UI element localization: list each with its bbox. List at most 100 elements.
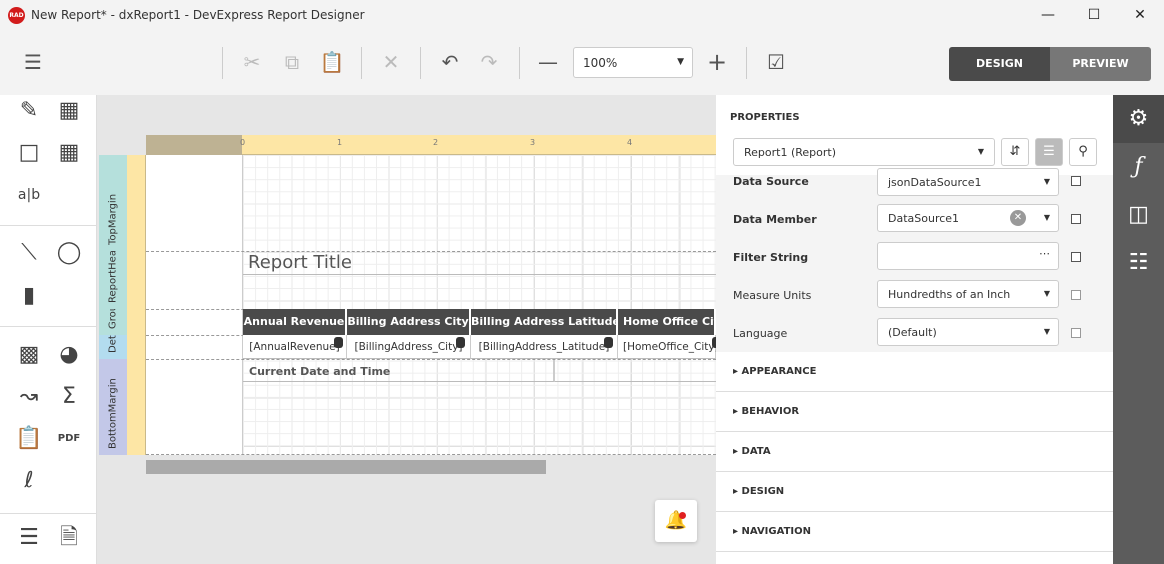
divider (0, 326, 97, 327)
data-cell[interactable]: [BillingAddress_City] (347, 335, 471, 359)
header-cell[interactable]: Billing Address Latitude (471, 309, 618, 335)
minimize-button[interactable]: — (1025, 0, 1071, 32)
table-tool-icon[interactable]: ▦ (54, 138, 84, 168)
data-cell[interactable]: [HomeOffice_City] (618, 335, 716, 359)
database-icon (456, 337, 465, 348)
data-source-select[interactable]: jsonDataSource1 ▼ (877, 168, 1059, 196)
sparkline-tool-icon[interactable]: ↝ (14, 382, 44, 412)
close-button[interactable]: ✕ (1117, 0, 1163, 32)
ellipsis-icon[interactable]: ⋯ (1039, 247, 1050, 260)
toc-tool-icon[interactable]: ☰ (14, 523, 44, 553)
measure-units-select[interactable]: Hundredths of an Inch ▼ (877, 280, 1059, 308)
zoom-select[interactable]: 100% ▼ (573, 47, 693, 78)
grid (242, 155, 716, 455)
section-appearance[interactable]: ▸ APPEARANCE (716, 352, 1113, 392)
page-info-tool-icon[interactable]: 🗎 (54, 523, 84, 553)
undo-icon[interactable]: ↶ (434, 46, 466, 78)
cut-icon[interactable]: ✂ (236, 46, 268, 78)
categorized-button[interactable]: ☰ (1035, 138, 1063, 166)
vertical-ruler (127, 155, 146, 455)
horizontal-scrollbar[interactable] (146, 460, 546, 474)
page-info-field[interactable] (555, 360, 716, 382)
toolbar: ☰ ✂ ⧉ 📋 ✕ ↶ ↷ — 100% ▼ + ☑ DESIGN PREVIEW (0, 32, 1164, 95)
header-cell[interactable]: Billing Address City (347, 309, 471, 335)
validate-icon[interactable]: ☑ (760, 46, 792, 78)
band-reportheader[interactable]: ReportHeader (99, 251, 127, 309)
property-checkbox[interactable] (1071, 176, 1081, 186)
data-cell[interactable]: [AnnualRevenue] (243, 335, 347, 359)
chevron-down-icon: ▼ (977, 147, 984, 156)
summary-tool-icon[interactable]: Σ (54, 382, 84, 412)
component-select[interactable]: Report1 (Report) ▼ (733, 138, 995, 166)
paste-icon[interactable]: 📋 (316, 46, 348, 78)
subreport-tool-icon[interactable]: 📋 (14, 424, 44, 454)
report-title-label[interactable]: Report Title (243, 252, 716, 275)
property-label: Data Member (733, 213, 817, 226)
design-button[interactable]: DESIGN (949, 47, 1050, 81)
report-explorer-icon[interactable]: ☷ (1113, 239, 1164, 287)
chevron-down-icon: ▼ (1043, 177, 1050, 186)
label-tool-icon[interactable]: ✎ (14, 96, 44, 126)
property-checkbox[interactable] (1071, 290, 1081, 300)
section-label: NAVIGATION (741, 526, 811, 537)
gear-icon[interactable]: ⚙ (1113, 95, 1164, 143)
section-navigation[interactable]: ▸ NAVIGATION (716, 512, 1113, 552)
language-select[interactable]: (Default) ▼ (877, 318, 1059, 346)
band-groupheader[interactable]: GroupHeader (99, 309, 127, 335)
ruler-number: 3 (530, 138, 536, 147)
property-checkbox[interactable] (1071, 214, 1081, 224)
preview-button[interactable]: PREVIEW (1050, 47, 1151, 81)
section-design[interactable]: ▸ DESIGN (716, 472, 1113, 512)
gauge-tool-icon[interactable]: ◕ (54, 340, 84, 370)
property-value: DataSource1 (888, 212, 960, 225)
zoom-in-icon[interactable]: + (701, 46, 733, 78)
selected-component: Report1 (Report) (744, 146, 837, 159)
chart-tool-icon[interactable]: ▩ (14, 340, 44, 370)
band-label: ReportHeader (107, 251, 119, 303)
band-bottommargin[interactable]: BottomMargin (99, 359, 127, 455)
design-surface[interactable]: 0 1 2 3 4 TopMargin ReportHeader GroupHe… (97, 95, 716, 564)
copy-icon[interactable]: ⧉ (276, 46, 308, 78)
function-icon[interactable]: ƒ (1113, 143, 1164, 191)
panel-tool-icon[interactable]: □ (14, 138, 44, 168)
date-time-field[interactable]: Current Date and Time (243, 360, 555, 382)
header-cell[interactable]: Annual Revenue (243, 309, 347, 335)
zoom-out-icon[interactable]: — (532, 46, 564, 78)
maximize-button[interactable]: ☐ (1071, 0, 1117, 32)
checkbox-tool-icon[interactable]: a|b (14, 180, 44, 210)
section-behavior[interactable]: ▸ BEHAVIOR (716, 392, 1113, 432)
menu-icon[interactable]: ☰ (17, 46, 49, 78)
picture-tool-icon[interactable]: ▦ (54, 96, 84, 126)
header-cell[interactable]: Home Office City (618, 309, 716, 335)
properties-heading: PROPERTIES (730, 112, 800, 123)
shape-tool-icon[interactable]: ◯ (54, 238, 84, 268)
search-button[interactable]: ⚲ (1069, 138, 1097, 166)
property-value: Hundredths of an Inch (888, 288, 1011, 301)
property-checkbox[interactable] (1071, 252, 1081, 262)
database-icon (334, 337, 343, 348)
toolbox: ✎ ▦ □ ▦ a|b ⟍ ◯ ▮​ ▩ ◕ ↝ Σ 📋 PDF ℓ ☰ 🗎 (0, 95, 97, 564)
section-label: BEHAVIOR (741, 406, 800, 417)
data-member-select[interactable]: DataSource1 ✕ ▼ (877, 204, 1059, 232)
database-icon[interactable]: ◫ (1113, 191, 1164, 239)
data-cell[interactable]: [BillingAddress_Latitude] (471, 335, 618, 359)
barcode-tool-icon[interactable]: ▮​ (14, 281, 44, 311)
delete-icon[interactable]: ✕ (375, 46, 407, 78)
filter-string-input[interactable]: ⋯ (877, 242, 1059, 270)
notifications-button[interactable]: 🔔 (655, 500, 697, 542)
band-topmargin[interactable]: TopMargin (99, 155, 127, 251)
band-detail[interactable]: Detail (99, 335, 127, 359)
sort-alphabetical-button[interactable]: ⇵ (1001, 138, 1029, 166)
window-title: New Report* - dxReport1 - DevExpress Rep… (31, 8, 365, 22)
signature-tool-icon[interactable]: ℓ (14, 466, 44, 496)
clear-icon[interactable]: ✕ (1010, 210, 1026, 226)
line-tool-icon[interactable]: ⟍ (14, 238, 44, 268)
section-label: APPEARANCE (741, 366, 817, 377)
property-checkbox[interactable] (1071, 328, 1081, 338)
section-data[interactable]: ▸ DATA (716, 432, 1113, 472)
section-label: DESIGN (741, 486, 785, 497)
divider (746, 47, 747, 79)
redo-icon[interactable]: ↷ (473, 46, 505, 78)
app-logo-icon: RAD (8, 7, 25, 24)
pdf-tool-icon[interactable]: PDF (54, 424, 84, 454)
